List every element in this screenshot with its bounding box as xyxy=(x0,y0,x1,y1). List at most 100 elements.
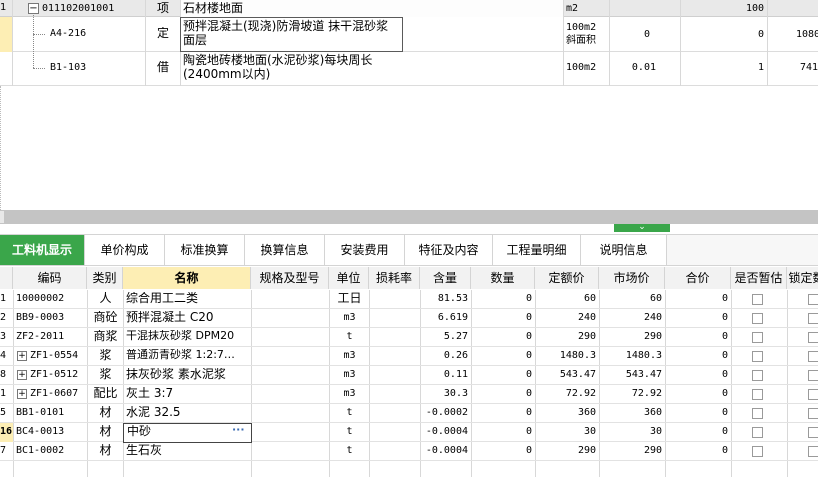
expand-toggle-icon[interactable]: + xyxy=(17,351,27,361)
table-row-selected[interactable]: 16 BC4-0013 材 中砂 ··· t -0.0004 0 30 30 0 xyxy=(0,423,818,443)
top-row-3-name[interactable]: 陶瓷地砖楼地面(水泥砂浆)每块周长 (2400mm以内) xyxy=(183,53,561,81)
tree-line xyxy=(33,34,45,35)
row-quantity: 0 xyxy=(525,350,532,361)
table-row[interactable]: 2 BB9-0003 商砼 预拌混凝土 C20 m3 6.619 0 240 2… xyxy=(0,309,818,328)
provisional-checkbox[interactable] xyxy=(752,427,763,438)
row-market-price: 240 xyxy=(643,312,662,323)
row-category: 商砼 xyxy=(93,311,118,324)
row-name: 生石灰 xyxy=(126,444,163,457)
row-content: 5.27 xyxy=(443,331,468,342)
tab-description[interactable]: 说明信息 xyxy=(581,235,667,265)
table-row[interactable]: 3 ZF2-2011 商浆 干混抹灰砂浆 DPM20 t 5.27 0 290 … xyxy=(0,328,818,347)
provisional-checkbox[interactable] xyxy=(752,370,763,381)
provisional-checkbox[interactable] xyxy=(752,389,763,400)
row-num: 5 xyxy=(0,407,7,418)
table-row[interactable]: 1 + ZF1-0607 配比 灰土 3:7 m3 30.3 0 72.92 7… xyxy=(0,385,818,404)
tab-quantity-detail[interactable]: 工程量明细 xyxy=(493,235,581,265)
top-row-1-code: 011102001001 xyxy=(42,3,115,14)
row-content: 30.3 xyxy=(443,388,468,399)
col-header-name[interactable]: 名称 xyxy=(123,267,251,289)
col-header-category[interactable]: 类别 xyxy=(87,267,123,289)
locked-checkbox[interactable] xyxy=(808,408,818,419)
expand-toggle-icon[interactable]: + xyxy=(17,370,27,380)
row-quota-price: 543.47 xyxy=(559,369,596,380)
row-num: 2 xyxy=(0,312,7,323)
col-header-provisional[interactable]: 是否暂估 xyxy=(731,267,787,289)
splitter-bar[interactable] xyxy=(0,210,818,224)
row-name: 水泥 32.5 xyxy=(126,406,181,419)
locked-checkbox[interactable] xyxy=(808,389,818,400)
locked-checkbox[interactable] xyxy=(808,427,818,438)
top-row-2-price2: 1080 xyxy=(796,29,818,40)
table-row[interactable]: 7 BC1-0002 材 生石灰 t -0.0004 0 290 290 0 xyxy=(0,442,818,461)
col-header-num xyxy=(0,267,13,289)
tab-unit-price[interactable]: 单价构成 xyxy=(85,235,165,265)
name-edit-ellipsis-button[interactable]: ··· xyxy=(232,424,248,437)
collapse-panel-button[interactable]: ⌄ xyxy=(614,223,670,232)
locked-checkbox[interactable] xyxy=(808,446,818,457)
row-total: 0 xyxy=(721,331,728,342)
table-row[interactable] xyxy=(0,461,818,477)
row-market-price: 360 xyxy=(643,407,662,418)
col-header-locked[interactable]: 锁定数 xyxy=(787,267,818,289)
top-row-1-name[interactable]: 石材楼地面 xyxy=(183,2,561,16)
top-row-3-price1: 1 xyxy=(757,62,764,73)
row-market-price: 60 xyxy=(649,293,662,304)
left-margin-line xyxy=(0,86,1,210)
row-name: 综合用工二类 xyxy=(126,292,199,305)
tab-install-fee[interactable]: 安装费用 xyxy=(325,235,405,265)
col-header-loss-rate[interactable]: 损耗率 xyxy=(369,267,420,289)
row-unit: t xyxy=(346,426,353,437)
row-unit: m3 xyxy=(343,369,356,380)
row-content: 6.619 xyxy=(437,312,468,323)
row-category: 材 xyxy=(99,444,112,457)
col-header-market-price[interactable]: 市场价 xyxy=(599,267,665,289)
row-code: ZF1-0607 xyxy=(30,388,79,399)
tab-features[interactable]: 特征及内容 xyxy=(405,235,493,265)
col-header-total[interactable]: 合价 xyxy=(665,267,731,289)
collapse-toggle-icon[interactable]: − xyxy=(28,3,39,14)
top-row-3-price2: 741 xyxy=(800,62,818,73)
locked-checkbox[interactable] xyxy=(808,351,818,362)
provisional-checkbox[interactable] xyxy=(752,446,763,457)
expand-toggle-icon[interactable]: + xyxy=(17,389,27,399)
locked-checkbox[interactable] xyxy=(808,294,818,305)
table-row[interactable]: 5 BB1-0101 材 水泥 32.5 t -0.0002 0 360 360… xyxy=(0,404,818,423)
provisional-checkbox[interactable] xyxy=(752,313,763,324)
row-quantity: 0 xyxy=(525,426,532,437)
row-code: BB1-0101 xyxy=(16,407,65,418)
row-total: 0 xyxy=(721,407,728,418)
locked-checkbox[interactable] xyxy=(808,313,818,324)
col-header-content[interactable]: 含量 xyxy=(420,267,471,289)
col-header-spec[interactable]: 规格及型号 xyxy=(251,267,329,289)
top-row-1-unit: m2 xyxy=(566,3,579,14)
row-total: 0 xyxy=(721,426,728,437)
tab-material-display[interactable]: 工料机显示 xyxy=(0,235,85,265)
row-name: 灰土 3:7 xyxy=(126,387,174,400)
row-quantity: 0 xyxy=(525,445,532,456)
col-header-quantity[interactable]: 数量 xyxy=(471,267,535,289)
table-row[interactable]: 8 + ZF1-0512 浆 抹灰砂浆 素水泥浆 m3 0.11 0 543.4… xyxy=(0,366,818,385)
tab-conversion-info[interactable]: 换算信息 xyxy=(245,235,325,265)
locked-checkbox[interactable] xyxy=(808,332,818,343)
provisional-checkbox[interactable] xyxy=(752,294,763,305)
row-content: -0.0004 xyxy=(425,445,468,456)
provisional-checkbox[interactable] xyxy=(752,408,763,419)
row-category: 商浆 xyxy=(93,330,118,343)
row-category: 配比 xyxy=(93,387,118,400)
table-row[interactable]: 1 10000002 人 综合用工二类 工日 81.53 0 60 60 0 xyxy=(0,290,818,309)
locked-checkbox[interactable] xyxy=(808,370,818,381)
provisional-checkbox[interactable] xyxy=(752,351,763,362)
row-total: 0 xyxy=(721,388,728,399)
col-header-quota-price[interactable]: 定额价 xyxy=(535,267,599,289)
tree-line xyxy=(33,15,34,68)
row-name: 普通沥青砂浆 1:2:7… xyxy=(126,349,235,361)
row-num: 1 xyxy=(0,293,7,304)
provisional-checkbox[interactable] xyxy=(752,332,763,343)
row-category: 材 xyxy=(99,425,112,438)
row-total: 0 xyxy=(721,312,728,323)
col-header-code[interactable]: 编码 xyxy=(13,267,87,289)
table-row[interactable]: 4 + ZF1-0554 浆 普通沥青砂浆 1:2:7… m3 0.26 0 1… xyxy=(0,347,818,366)
col-header-unit[interactable]: 单位 xyxy=(329,267,369,289)
tab-standard-conversion[interactable]: 标准换算 xyxy=(165,235,245,265)
